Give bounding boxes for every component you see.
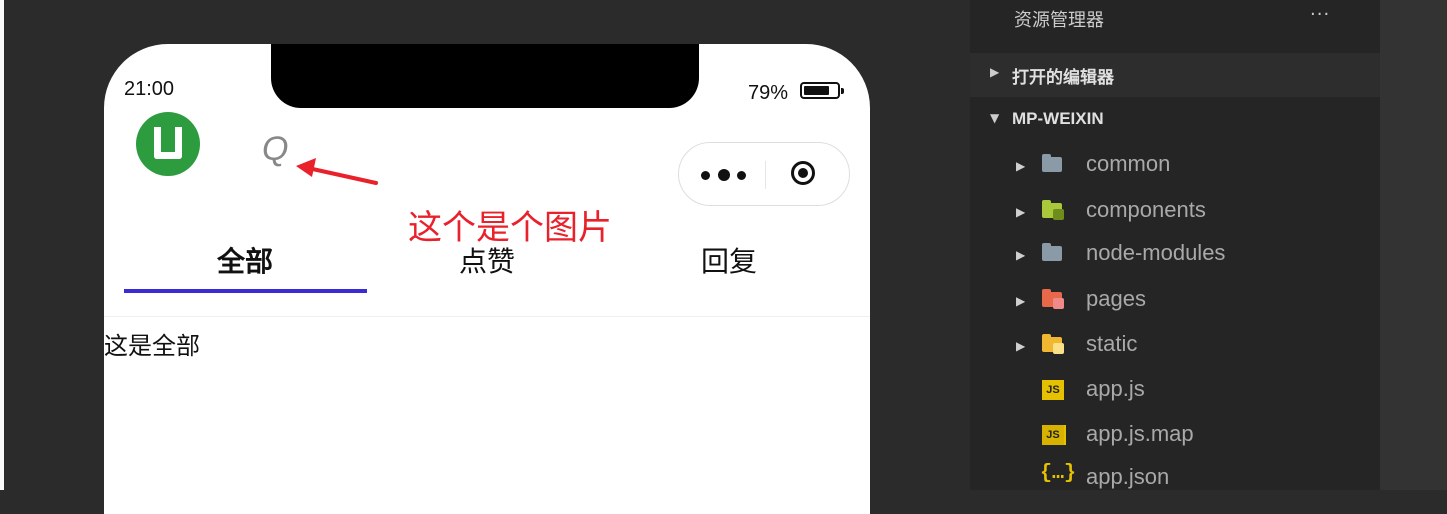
tree-item-app-json[interactable]: {…} app.json (970, 458, 1380, 502)
folder-icon (1042, 243, 1064, 262)
annotation-arrow-icon (296, 158, 378, 185)
tree-item-label: app.json (1086, 464, 1170, 489)
battery-percent: 79% (748, 82, 789, 104)
json-file-icon: {…} (1040, 462, 1077, 485)
tree-item-label: app.js.map (1086, 421, 1194, 446)
editor-area (1380, 0, 1447, 490)
chevron-right-icon: ▶ (1016, 248, 1026, 262)
section-open-editors[interactable]: ▶ 打开的编辑器 (970, 53, 1380, 97)
tree-item-label: node-modules (1086, 240, 1226, 265)
tree-item-label: pages (1086, 286, 1146, 311)
explorer-panel: 资源管理器 ··· ▶ 打开的编辑器 ▼ MP-WEIXIN ▶ common … (970, 0, 1380, 490)
chevron-right-icon: ▶ (1016, 205, 1026, 219)
static-folder-icon (1042, 334, 1064, 354)
chevron-right-icon: ▶ (1016, 294, 1026, 308)
chevron-right-icon: ▶ (990, 65, 1000, 79)
tree-item-label: components (1086, 197, 1206, 222)
tree-item-app-js[interactable]: JS app.js (970, 370, 1380, 414)
chevron-right-icon: ▶ (1016, 159, 1026, 173)
content-text: 这是全部 (104, 332, 200, 360)
annotation-text: 这个是个图片 (408, 208, 612, 248)
tab-replies[interactable]: 回复 (608, 240, 850, 280)
more-actions-icon[interactable]: ··· (1310, 4, 1330, 25)
tree-item-static[interactable]: ▶ static (970, 325, 1380, 369)
pages-folder-icon (1042, 289, 1064, 309)
tree-item-label: static (1086, 331, 1138, 356)
tree-item-label: common (1086, 151, 1171, 176)
section-mp-weixin[interactable]: ▼ MP-WEIXIN (970, 99, 1380, 143)
tree-item-pages[interactable]: ▶ pages (970, 280, 1380, 324)
js-file-icon: JS (1042, 380, 1064, 400)
more-dots-icon[interactable] (701, 167, 749, 181)
battery-fill (804, 86, 829, 95)
tree-item-common[interactable]: ▶ common (970, 145, 1380, 189)
section-label: MP-WEIXIN (1012, 109, 1104, 128)
chevron-down-icon: ▼ (990, 111, 1000, 125)
mini-program-capsule (678, 142, 850, 206)
tab-divider (104, 316, 870, 317)
tree-item-app-js-map[interactable]: JS app.js.map (970, 415, 1380, 459)
tree-item-components[interactable]: ▶ components (970, 191, 1380, 235)
tab-indicator (124, 289, 367, 293)
folder-icon (1042, 154, 1064, 173)
tree-item-node-modules[interactable]: ▶ node-modules (970, 234, 1380, 278)
section-label: 打开的编辑器 (1012, 68, 1114, 87)
tab-all[interactable]: 全部 (124, 240, 366, 280)
components-folder-icon (1042, 200, 1064, 220)
chevron-right-icon: ▶ (1016, 339, 1026, 353)
explorer-title: 资源管理器 (1014, 10, 1104, 31)
js-map-file-icon: JS (1042, 425, 1066, 445)
battery-icon (800, 82, 844, 99)
target-circle-icon[interactable] (791, 161, 815, 185)
tree-item-label: app.js (1086, 376, 1145, 401)
